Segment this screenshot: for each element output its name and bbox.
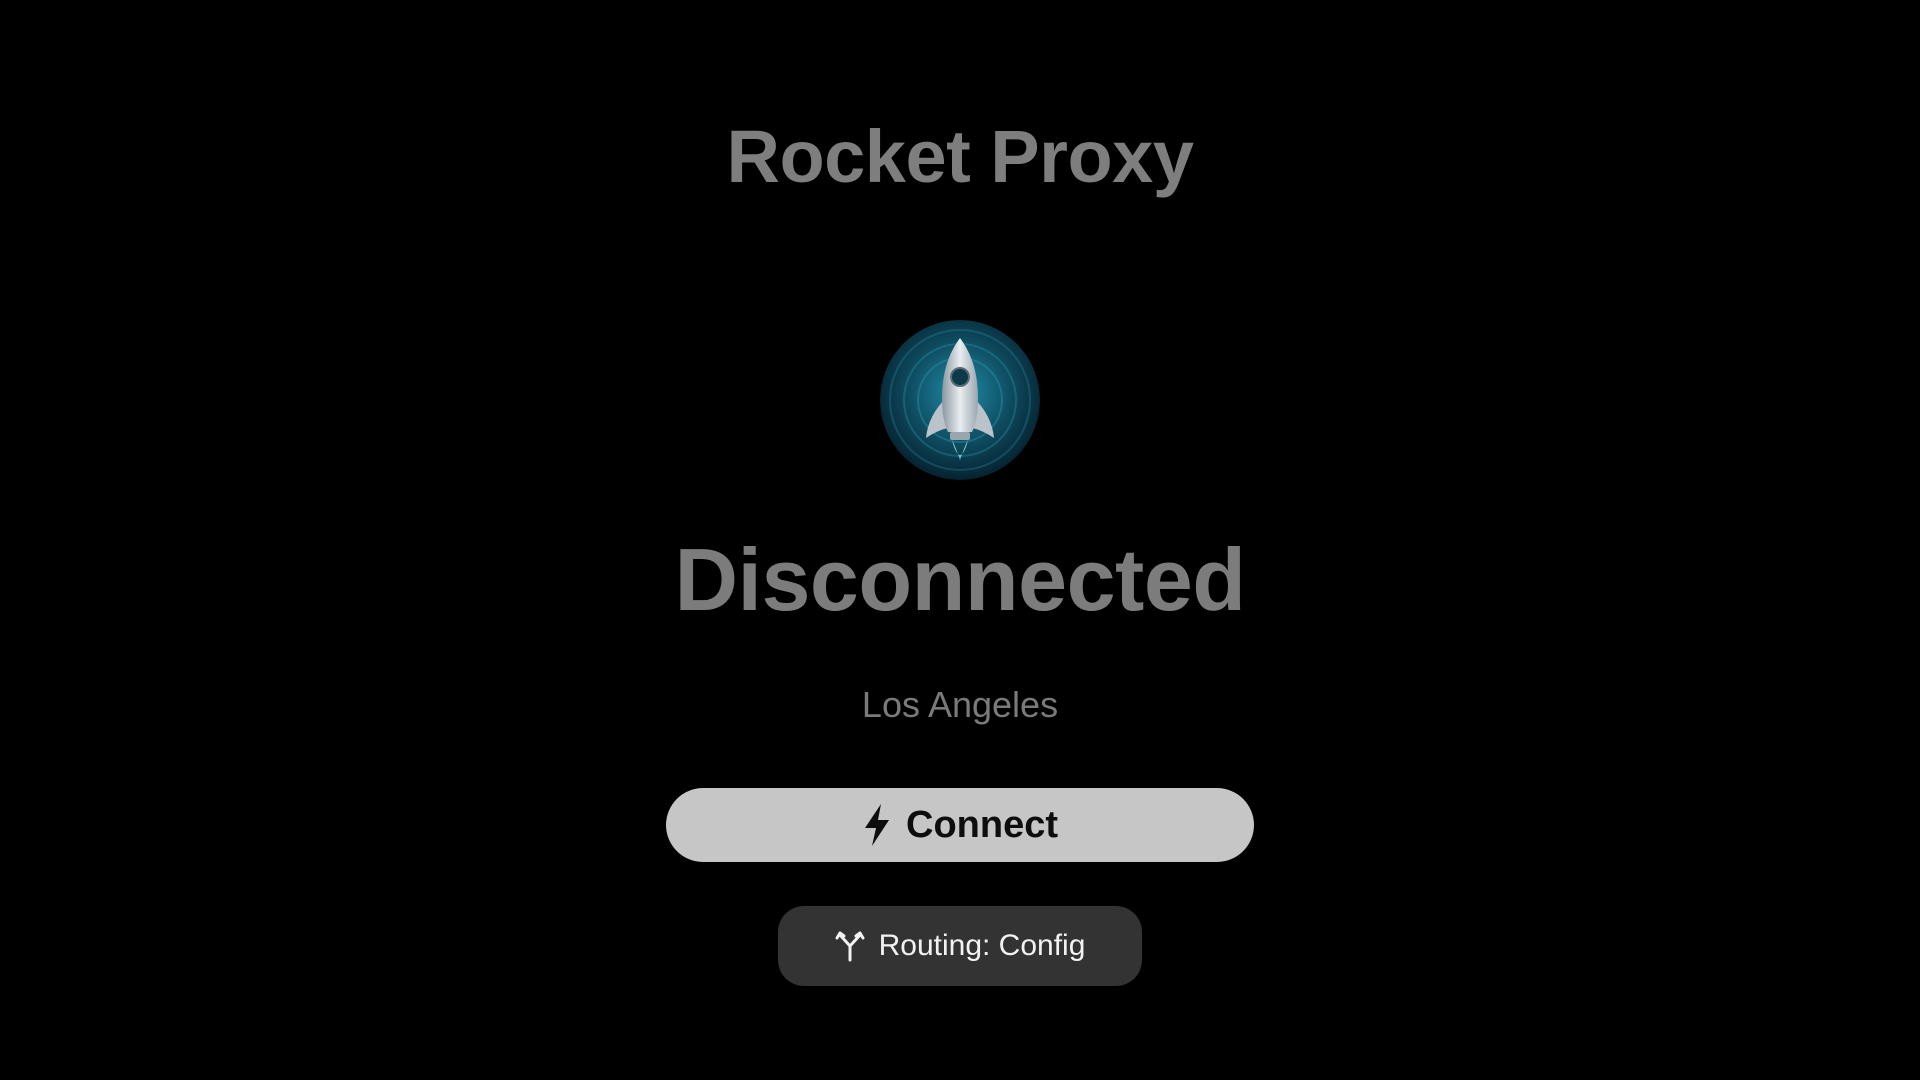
connection-status: Disconnected [674, 530, 1246, 629]
branch-fork-icon [835, 930, 865, 962]
lightning-bolt-icon [862, 803, 892, 847]
rocket-icon [880, 320, 1040, 480]
routing-button-label: Routing: Config [878, 929, 1086, 962]
routing-button[interactable]: Routing: Config [778, 906, 1142, 986]
app-title: Rocket Proxy [726, 115, 1194, 198]
connect-button[interactable]: Connect [666, 788, 1254, 862]
server-location: Los Angeles [861, 684, 1059, 725]
main-screen: Rocket Proxy Disconnected Los Angeles Co… [0, 0, 1920, 1080]
connect-button-label: Connect [906, 804, 1058, 846]
